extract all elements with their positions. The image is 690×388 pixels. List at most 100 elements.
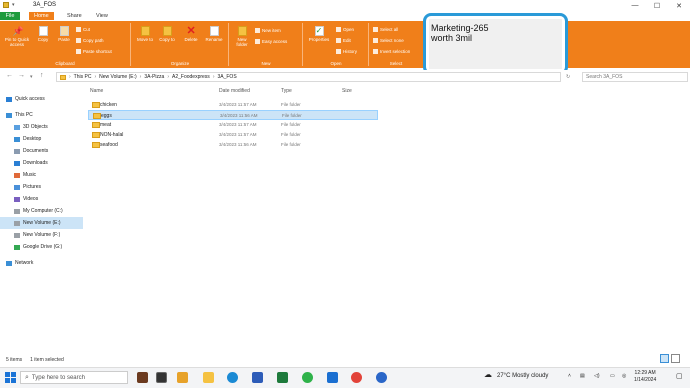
search-input[interactable]: Search 3A_FOS xyxy=(582,72,688,82)
sticky-notes-icon[interactable] xyxy=(177,372,188,383)
rename-button[interactable]: Rename xyxy=(204,26,224,42)
breadcrumb-3a-fos[interactable]: 3A_FOS xyxy=(217,74,236,80)
forward-arrow-icon[interactable]: → xyxy=(18,72,25,79)
column-header-date-modified[interactable]: Date modified xyxy=(219,88,250,98)
paste-button[interactable]: Paste xyxy=(56,26,72,42)
chrome-icon[interactable] xyxy=(351,372,362,383)
file-name: NON-halal xyxy=(100,132,124,138)
sidebar-item-my-computer-c[interactable]: My Computer (C:) xyxy=(0,205,83,217)
up-arrow-icon[interactable]: ↑ xyxy=(40,72,44,79)
sidebar-item-documents[interactable]: Documents xyxy=(0,145,83,157)
taskbar-search-input[interactable]: ⌕ Type here to search xyxy=(20,371,128,384)
breadcrumb-this-pc[interactable]: This PC xyxy=(74,74,92,80)
excel-icon[interactable] xyxy=(277,372,288,383)
network-tray-icon[interactable]: ▤ xyxy=(580,373,585,379)
select-all-button[interactable]: Select all xyxy=(373,27,398,32)
table-row[interactable]: NON-halal 3/4/2023 11:57 AM File folder xyxy=(88,130,378,140)
edge-icon[interactable] xyxy=(227,372,238,383)
chrome-profile-icon[interactable] xyxy=(376,372,387,383)
column-header-type[interactable]: Type xyxy=(281,88,292,98)
breadcrumb-3a-pizza[interactable]: 3A-Pizza xyxy=(144,74,164,80)
football-app-icon[interactable] xyxy=(137,372,148,383)
table-row[interactable]: seafood 3/4/2023 11:56 AM File folder xyxy=(88,140,378,150)
easy-access-button[interactable]: Easy access xyxy=(255,39,287,44)
minimize-button[interactable]: — xyxy=(624,0,646,11)
sidebar-item-new-volume-e[interactable]: New Volume (E:) xyxy=(0,217,83,229)
table-row[interactable]: chicken 3/4/2023 11:57 AM File folder xyxy=(88,100,378,110)
sidebar-item-quick-access[interactable]: Quick access xyxy=(0,93,83,105)
edit-button[interactable]: Edit xyxy=(336,38,351,43)
back-arrow-icon[interactable]: ← xyxy=(6,72,13,79)
clipboard-group-label: Clipboard xyxy=(55,61,75,66)
zoom-icon[interactable] xyxy=(327,372,338,383)
folder-icon xyxy=(92,142,100,148)
select-all-label: Select all xyxy=(380,27,399,32)
new-item-button[interactable]: New item xyxy=(255,28,281,33)
whatsapp-icon[interactable] xyxy=(302,372,313,383)
file-explorer-icon[interactable] xyxy=(203,372,214,383)
sidebar-item-network[interactable]: Network xyxy=(0,257,83,269)
new-group-label: New xyxy=(261,61,271,66)
battery-icon[interactable]: ▭ xyxy=(610,373,615,379)
tab-file[interactable]: File xyxy=(0,12,20,20)
breadcrumb-new-volume[interactable]: New Volume (E:) xyxy=(99,74,137,80)
word-icon[interactable] xyxy=(252,372,263,383)
history-button[interactable]: History xyxy=(336,49,357,54)
cut-button[interactable]: Cut xyxy=(76,27,90,32)
select-none-button[interactable]: Select none xyxy=(373,38,404,43)
sidebar-item-music[interactable]: Music xyxy=(0,169,83,181)
tray-overflow-icon[interactable]: ˄ xyxy=(568,373,571,379)
windows-start-icon[interactable] xyxy=(5,372,16,383)
sidebar-item-3d-objects[interactable]: 3D Objects xyxy=(0,121,83,133)
table-row[interactable]: meat 3/4/2023 11:57 AM File folder xyxy=(88,120,378,130)
language-icon[interactable]: ◎ xyxy=(622,373,626,379)
close-button[interactable]: ✕ xyxy=(668,0,690,11)
large-icons-view-icon[interactable] xyxy=(671,354,680,363)
details-view-icon[interactable] xyxy=(660,354,669,363)
open-button[interactable]: Open xyxy=(336,27,354,32)
table-row[interactable]: eggs 3/4/2023 11:56 AM File folder xyxy=(88,110,378,120)
paste-shortcut-button[interactable]: Paste shortcut xyxy=(76,49,112,54)
clock-date: 1/14/2024 xyxy=(634,377,657,383)
notification-icon[interactable]: ▢ xyxy=(676,372,683,380)
pin-quick-access-button[interactable]: 📌 Pin to Quick access xyxy=(3,26,31,47)
task-view-icon[interactable] xyxy=(156,372,167,383)
column-header-size[interactable]: Size xyxy=(342,88,352,98)
copy-button[interactable]: Copy xyxy=(35,26,51,42)
file-name: seafood xyxy=(100,142,118,148)
sidebar-item-videos[interactable]: Videos xyxy=(0,193,83,205)
address-field[interactable]: › This PC › New Volume (E:) › 3A-Pizza ›… xyxy=(56,72,561,82)
sidebar-item-new-volume-f[interactable]: New Volume (F:) xyxy=(0,229,83,241)
new-folder-button[interactable]: New folder xyxy=(233,26,251,47)
sidebar-item-label: 3D Objects xyxy=(23,124,48,130)
weather-text[interactable]: 27°C Mostly cloudy xyxy=(497,373,548,379)
invert-selection-button[interactable]: Invert selection xyxy=(373,49,410,54)
breadcrumb-a2-foodexpress[interactable]: A2_Foodexpress xyxy=(172,74,210,80)
selected-count: 1 item selected xyxy=(30,357,64,363)
maximize-button[interactable]: ☐ xyxy=(646,0,668,11)
tab-home[interactable]: Home xyxy=(29,12,54,20)
properties-button[interactable]: ✓ Properties xyxy=(306,26,332,42)
sidebar-item-downloads[interactable]: Downloads xyxy=(0,157,83,169)
navigation-pane: Quick access This PC 3D Objects Desktop Docu… xyxy=(0,93,83,269)
sidebar-item-google-drive-g[interactable]: Google Drive (G:) xyxy=(0,241,83,253)
move-to-button[interactable]: Move to xyxy=(136,26,154,42)
tab-view[interactable]: View xyxy=(91,12,113,20)
select-none-icon xyxy=(373,38,378,43)
sidebar-item-pictures[interactable]: Pictures xyxy=(0,181,83,193)
quick-access-arrow-icon[interactable]: ▾ xyxy=(12,2,15,8)
clock[interactable]: 12:29 AM 1/14/2024 xyxy=(634,370,656,384)
sidebar-item-desktop[interactable]: Desktop xyxy=(0,133,83,145)
delete-button[interactable]: ✕ Delete xyxy=(182,26,200,43)
refresh-icon[interactable]: ↻ xyxy=(566,74,570,80)
column-header-name[interactable]: Name xyxy=(90,88,103,98)
recent-locations-icon[interactable]: ▾ xyxy=(30,74,33,80)
breadcrumb-separator: › xyxy=(69,74,71,80)
volume-icon[interactable]: ◁) xyxy=(594,373,600,379)
file-name: meat xyxy=(100,122,112,128)
copy-to-button[interactable]: Copy to xyxy=(158,26,176,42)
copy-path-button[interactable]: Copy path xyxy=(76,38,104,43)
open-icon xyxy=(336,27,341,32)
sidebar-item-this-pc[interactable]: This PC xyxy=(0,109,83,121)
tab-share[interactable]: Share xyxy=(62,12,87,20)
